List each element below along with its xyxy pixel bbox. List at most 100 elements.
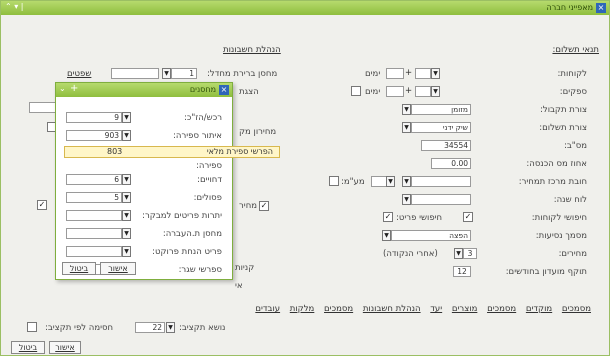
suppliers-checkbox[interactable]: [351, 86, 361, 96]
popup-row-field[interactable]: 903: [66, 130, 122, 141]
suggestion-code: 803: [107, 147, 123, 156]
masav-field[interactable]: 34554: [421, 140, 471, 151]
prices-suffix: (אחרי הנקודה): [383, 249, 438, 259]
popup-row-field[interactable]: [66, 246, 122, 257]
default-warehouse-dropdown[interactable]: ▼: [162, 68, 171, 79]
budget-subject-dropdown[interactable]: ▼: [166, 322, 175, 333]
customers-field[interactable]: [415, 68, 431, 79]
popup-ok-button[interactable]: אישור: [100, 262, 136, 275]
customer-search-checkbox[interactable]: ✓: [463, 212, 473, 222]
budget-block-checkbox[interactable]: [27, 322, 37, 332]
ok-button[interactable]: אישור: [49, 341, 81, 354]
popup-row-dropdown[interactable]: ▼: [122, 192, 131, 203]
payment-terms-heading[interactable]: תנאי תשלום:: [552, 45, 599, 55]
cost-center-label: חובת מרכז תמחיר:: [518, 177, 587, 187]
calendar-dropdown[interactable]: ▼: [402, 194, 411, 205]
autocomplete-suggestion[interactable]: 803 הפרשי ספירת מלאי: [64, 146, 280, 158]
tab-accounting[interactable]: הנהלת חשבונות: [363, 304, 421, 314]
customers-dropdown[interactable]: ▼: [431, 68, 440, 79]
payment-method-field[interactable]: שיק ידני: [411, 122, 471, 133]
prices-dropdown[interactable]: ▼: [454, 248, 463, 259]
cost-center-field[interactable]: [411, 176, 471, 187]
receipt-method-dropdown[interactable]: ▼: [402, 104, 411, 115]
other-label: אי: [235, 281, 243, 291]
popup-row-label: פריט הנחת פרוקט:: [152, 247, 222, 257]
prices-label: מחירים:: [558, 249, 587, 259]
popup-row-field[interactable]: 9: [66, 112, 122, 123]
prices-field[interactable]: 3: [463, 248, 477, 259]
income-tax-label: אחוז מס הכנסה:: [526, 159, 587, 169]
popup-row-field[interactable]: [66, 228, 122, 239]
window-controls[interactable]: | ▾ ⌃: [5, 2, 24, 11]
club-validity-field[interactable]: 12: [453, 266, 471, 277]
popup-row-field[interactable]: 5: [66, 192, 122, 203]
popup-row-dropdown[interactable]: ▼: [122, 228, 131, 239]
tab-documents-2[interactable]: מסמכים: [487, 304, 516, 314]
travel-doc-field[interactable]: הפצה: [391, 230, 471, 241]
budget-block-label: חסימה לפי תקציב:: [45, 323, 114, 333]
calendar-field[interactable]: [411, 194, 471, 205]
popup-row-field[interactable]: [66, 210, 122, 221]
receipt-method-field[interactable]: מזומן: [411, 104, 471, 115]
popup-row-dropdown[interactable]: ▼: [122, 112, 131, 123]
tab-target[interactable]: יעד: [430, 304, 442, 314]
item-search-label: חיפושי פריט:: [396, 213, 443, 223]
window-titlebar: × מאפייני חברה | ▾ ⌃: [1, 1, 609, 15]
travel-doc-label: מסמך נסיעות:: [535, 231, 587, 241]
default-warehouse-field[interactable]: 1: [171, 68, 197, 79]
left-side-checkbox[interactable]: ✓: [37, 200, 47, 210]
customers-label: לקוחות:: [557, 69, 588, 79]
club-validity-label: תוקף מועדון בחודשים:: [505, 267, 587, 277]
popup-row-field[interactable]: 6: [66, 174, 122, 185]
popup-title: מחסנים: [189, 85, 216, 94]
close-icon[interactable]: ×: [596, 3, 606, 13]
customers-days-field[interactable]: [386, 68, 404, 79]
popup-row-label: מחסן ת.העברה:: [162, 229, 222, 239]
budget-subject-field[interactable]: 22: [135, 322, 165, 333]
suppliers-days-field[interactable]: [386, 86, 404, 97]
customer-search-label: חיפושי לקוחות:: [531, 213, 587, 223]
payment-method-dropdown[interactable]: ▼: [402, 122, 411, 133]
popup-row-label: ספרשי שגר:: [178, 265, 222, 275]
popup-row-dropdown[interactable]: ▼: [122, 246, 131, 257]
tab-documents-3[interactable]: מסמכים: [324, 304, 353, 314]
tab-centers[interactable]: מוקדים: [526, 304, 552, 314]
price-checkbox[interactable]: ✓: [259, 201, 269, 211]
purchases-label: קניות: [235, 263, 255, 273]
popup-cancel-button[interactable]: ביטול: [62, 262, 96, 275]
popup-row-label: יתרות פריטים למבקר:: [142, 211, 222, 221]
vat-checkbox[interactable]: [329, 176, 339, 186]
income-tax-field[interactable]: 0.00: [431, 158, 471, 169]
chevron-icon[interactable]: ⌄: [59, 84, 66, 93]
cancel-button[interactable]: ביטול: [11, 341, 45, 354]
tab-employees[interactable]: עובדים: [255, 304, 280, 314]
add-icon[interactable]: +: [70, 83, 78, 94]
cost-center-dropdown[interactable]: ▼: [402, 176, 411, 187]
vat-dropdown[interactable]: ▼: [386, 176, 395, 187]
popup-row-label: ספירה:: [196, 161, 222, 171]
suppliers-field[interactable]: [415, 86, 431, 97]
suppliers-dropdown[interactable]: ▼: [431, 86, 440, 97]
item-search-checkbox[interactable]: ✓: [383, 212, 393, 222]
popup-row-label: פסולים:: [193, 193, 222, 203]
suppliers-days-unit: ימים: [365, 87, 381, 97]
budget-subject-label: נושא תקציב:: [179, 323, 226, 333]
close-icon[interactable]: ×: [219, 85, 229, 95]
popup-row-dropdown[interactable]: ▼: [122, 174, 131, 185]
travel-doc-dropdown[interactable]: ▼: [382, 230, 391, 241]
customers-days-unit: ימים: [365, 69, 381, 79]
popup-row-dropdown[interactable]: ▼: [122, 210, 131, 221]
masav-label: מס"ב:: [564, 141, 587, 151]
accounting-heading[interactable]: הנהלת חשבונות: [223, 45, 281, 55]
display-label: הצגת: [239, 87, 259, 97]
tabs-row: מסמכים מוקדים מסמכים מוצרים יעד הנהלת חש…: [248, 304, 591, 314]
popup-row-dropdown[interactable]: ▼: [122, 130, 131, 141]
receipt-method-label: צורת תקבול:: [540, 105, 587, 115]
plus-icon: +: [405, 68, 413, 78]
tab-products[interactable]: מוצרים: [452, 304, 477, 314]
vat-label: מע"מ:: [341, 177, 365, 187]
tab-departments[interactable]: מלקות: [290, 304, 315, 314]
warehouse-name-field[interactable]: [111, 68, 159, 79]
tab-documents-1[interactable]: מסמכים: [562, 304, 591, 314]
warehouses-link[interactable]: שפטים: [67, 69, 91, 79]
